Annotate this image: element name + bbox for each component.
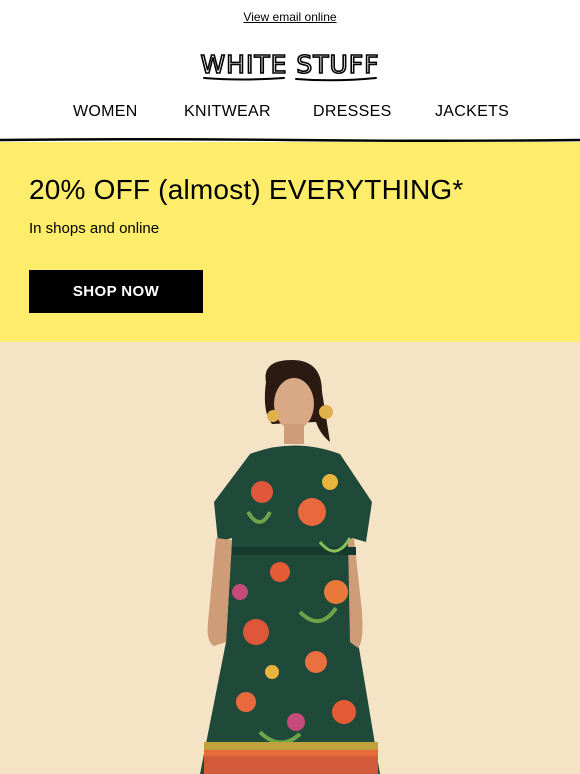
logo-text: WHITE STUFF xyxy=(200,50,379,79)
model-floral-dress-photo xyxy=(0,342,580,774)
promo-subline: In shops and online xyxy=(29,220,160,237)
nav-women[interactable]: WOMEN xyxy=(73,103,138,121)
main-nav: WOMEN KNITWEAR DRESSES JACKETS xyxy=(0,100,580,126)
hero-image[interactable] xyxy=(0,342,580,774)
promo-banner: 20% OFF (almost) EVERYTHING* In shops an… xyxy=(0,142,580,342)
topbar: View email online xyxy=(0,0,580,36)
shop-now-button[interactable]: SHOP NOW xyxy=(29,270,203,313)
promo-headline: 20% OFF (almost) EVERYTHING* xyxy=(29,174,464,205)
nav-knitwear[interactable]: KNITWEAR xyxy=(184,103,271,121)
nav-jackets[interactable]: JACKETS xyxy=(435,103,509,121)
nav-dresses[interactable]: DRESSES xyxy=(313,103,392,121)
view-email-online-link[interactable]: View email online xyxy=(0,10,580,24)
brand-logo[interactable]: WHITE STUFF xyxy=(0,46,580,90)
